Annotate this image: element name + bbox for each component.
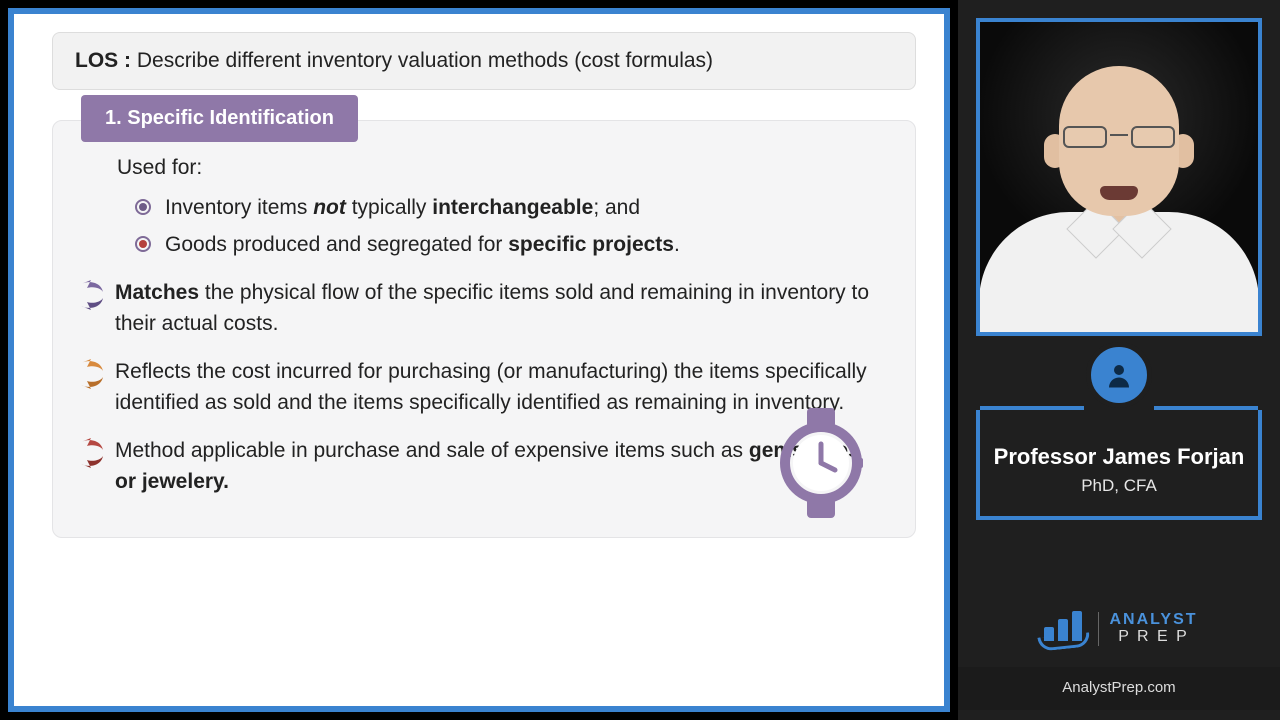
brand-bottom: P R E P [1109,629,1197,646]
presenter-name: Professor James Forjan [988,444,1250,470]
section-number: 1. [105,107,122,129]
section-tag: 1. Specific Identification [81,95,358,142]
bullet-text: Inventory items not typically interchang… [165,193,640,223]
los-label: LOS : [75,49,131,72]
arrow-icon [79,436,105,470]
brand-logo: ANALYST P R E P [1040,609,1197,649]
paragraph: Reflects the cost incurred for purchasin… [87,357,881,418]
paragraph-text: Method applicable in purchase and sale o… [115,436,881,497]
presenter-card-border: Professor James Forjan PhD, CFA [976,410,1262,520]
bullet-icon [135,236,151,252]
bullet-text: Goods produced and segregated for specif… [165,230,680,260]
brand-text: ANALYST P R E P [1098,612,1197,646]
brand-site: AnalystPrep.com [958,667,1280,710]
avatar-icon [1086,342,1152,408]
paragraph-text: Reflects the cost incurred for purchasin… [115,357,881,418]
bullet-icon [135,199,151,215]
presenter-sidebar: Professor James Forjan PhD, CFA ANALYST … [958,0,1280,720]
paragraph: Matches the physical flow of the specifi… [87,278,881,339]
paragraph-text: Matches the physical flow of the specifi… [115,278,881,339]
slide-border: LOS : Describe different inventory valua… [8,8,950,712]
presenter-figure [980,22,1258,332]
arrow-icon [79,278,105,312]
presenter-credentials: PhD, CFA [988,476,1250,496]
app-frame: LOS : Describe different inventory valua… [0,0,1280,720]
los-text: Describe different inventory valuation m… [137,49,713,72]
bullet-item: Goods produced and segregated for specif… [135,230,881,260]
arrow-icon [79,357,105,391]
brand-top: ANALYST [1109,612,1197,629]
paragraph: Method applicable in purchase and sale o… [87,436,881,497]
section-title: Specific Identification [127,107,334,129]
watch-icon [773,408,869,523]
bullet-item: Inventory items not typically interchang… [135,193,881,223]
slide-panel: LOS : Describe different inventory valua… [0,0,958,720]
los-box: LOS : Describe different inventory valua… [52,32,916,90]
presenter-video [976,18,1262,336]
presenter-card: Professor James Forjan PhD, CFA [976,376,1262,520]
used-for-label: Used for: [117,153,881,183]
content-box: 1. Specific Identification Used for: Inv… [52,120,916,538]
brand-area: ANALYST P R E P AnalystPrep.com [958,609,1280,710]
logo-bars-icon [1040,609,1088,649]
